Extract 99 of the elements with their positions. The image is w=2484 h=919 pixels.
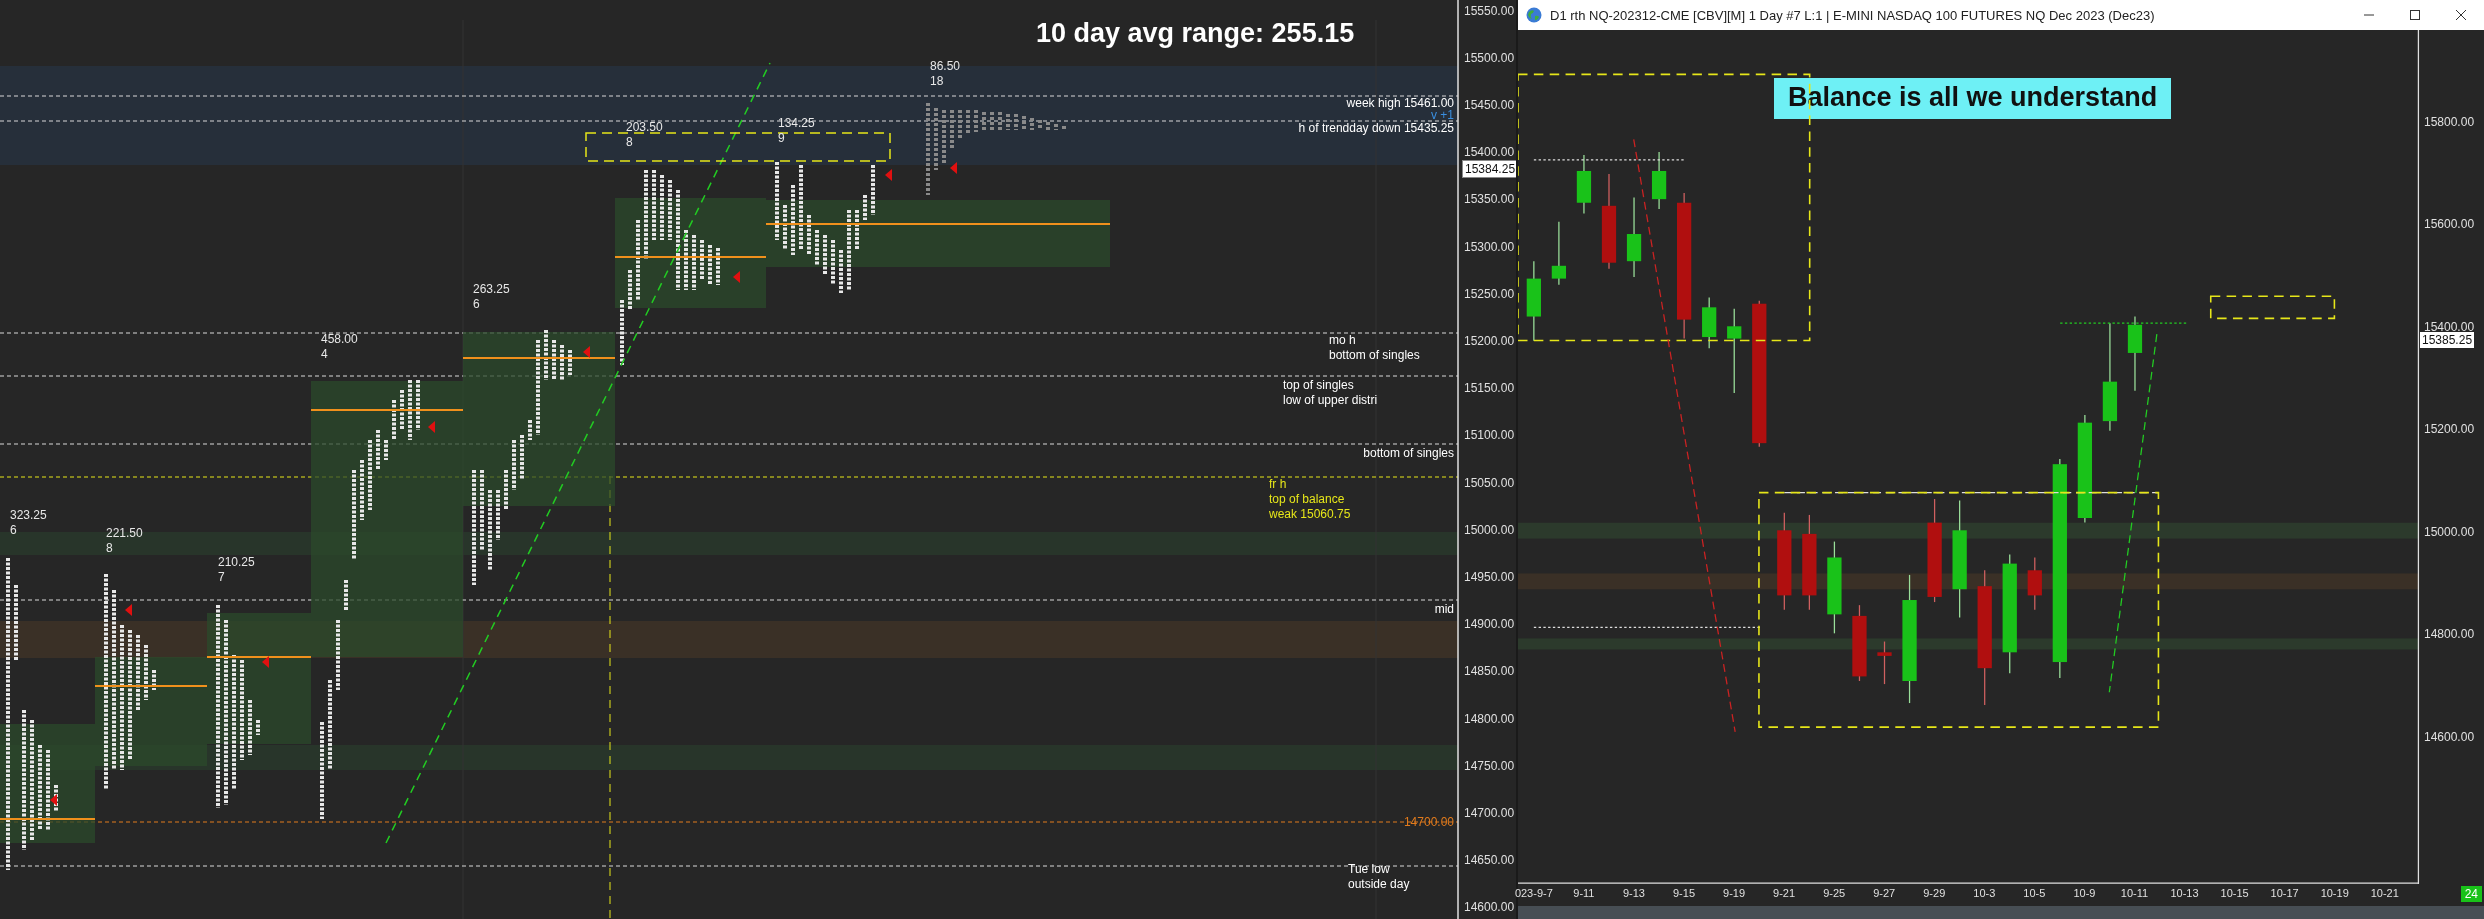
level-label: mo h	[1329, 333, 1357, 348]
date-tick: 9-29	[1922, 887, 1947, 899]
date-tick: 9-19	[1722, 887, 1747, 899]
range-value: 134.25	[778, 116, 815, 131]
price-tick: 15450.00	[1464, 98, 1515, 112]
range-value: 323.25	[10, 508, 47, 523]
date-tick: 9-15	[1672, 887, 1696, 899]
price-tick: 14950.00	[1464, 570, 1515, 584]
range-value: 86.50	[930, 59, 961, 74]
candle	[2027, 556, 2042, 611]
price-tick: 14800.00	[2424, 626, 2475, 643]
date-tick: 10-13	[2169, 887, 2200, 899]
date-tick: 10-3	[1972, 887, 1997, 899]
date-tick: 9-21	[1772, 887, 1797, 899]
period-count: 8	[626, 135, 634, 150]
price-tick: 15600.00	[2424, 216, 2475, 233]
triangle-marker-icon	[262, 656, 269, 668]
price-tick: 15500.00	[1464, 50, 1515, 65]
range-value: 458.00	[321, 332, 358, 347]
price-tick: 15400.00	[1464, 145, 1515, 160]
date-tick: 9-27	[1872, 887, 1897, 899]
last-price-tag: 15384.25	[1462, 160, 1519, 178]
level-label: low of upper distri	[1283, 393, 1378, 408]
date-tick: 10-5	[2022, 887, 2047, 899]
price-tick: 15200.00	[1464, 334, 1515, 348]
period-count: 4	[321, 347, 329, 362]
date-tick: 10-19	[2319, 887, 2350, 899]
triangle-marker-icon	[733, 271, 740, 283]
price-tick: 15300.00	[1464, 239, 1515, 254]
range-value: 203.50	[626, 120, 663, 135]
date-tick: 9-11	[1572, 887, 1596, 899]
price-tick: 15350.00	[1464, 192, 1515, 207]
date-tick: 9-13	[1621, 887, 1646, 899]
level-label: 14700.00	[1403, 815, 1454, 830]
price-tick: 14600.00	[1464, 900, 1515, 915]
callout-banner: Balance is all we understand	[1774, 78, 2172, 119]
date-tick: 10-9	[2072, 887, 2097, 899]
level-label: h of trendday down 15435.25	[1298, 121, 1454, 136]
price-tick: 15150.00	[1464, 381, 1515, 396]
period-count: 6	[10, 523, 18, 538]
level-label: mid	[1434, 602, 1454, 617]
triangle-marker-icon	[950, 162, 957, 174]
date-tick: 10-21	[2369, 887, 2400, 899]
close-icon	[2455, 9, 2467, 21]
price-tick: 15550.00	[1464, 3, 1515, 18]
price-tick: 14650.00	[1464, 853, 1515, 868]
candle	[1651, 151, 1667, 210]
price-tick: 14600.00	[2424, 728, 2475, 745]
price-tick: 15100.00	[1464, 428, 1515, 443]
period-count: 9	[778, 131, 786, 146]
level-label: fr h	[1269, 477, 1288, 492]
date-tick: 10-17	[2269, 887, 2300, 899]
level-label: weak 15060.75	[1269, 507, 1351, 522]
level-label: Tue low	[1348, 862, 1391, 877]
level-label: v +1	[1431, 108, 1454, 123]
date-tick: 10-15	[2219, 887, 2250, 899]
date-tick: 10-11	[2119, 887, 2150, 899]
triangle-marker-icon	[125, 604, 132, 616]
candle	[1551, 221, 1567, 286]
price-tick: 14900.00	[1464, 617, 1515, 632]
triangle-marker-icon	[428, 421, 435, 433]
price-tick: 15050.00	[1464, 475, 1515, 490]
price-tick: 15000.00	[1464, 522, 1515, 537]
avg-range-headline: 10 day avg range: 255.15	[1036, 18, 1355, 49]
price-tick: 15200.00	[2424, 421, 2475, 438]
candle	[1576, 154, 1592, 215]
level-label: outside day	[1348, 877, 1410, 892]
level-label: bottom of singles	[1329, 348, 1420, 363]
triangle-marker-icon	[885, 169, 892, 181]
last-price-tag: 15385.25	[2420, 332, 2475, 348]
range-value: 221.50	[106, 526, 143, 541]
price-tick: 14800.00	[1464, 711, 1515, 726]
price-tick: 15800.00	[2424, 113, 2475, 130]
window-title: D1 rth NQ-202312-CME [CBV][M] 1 Day #7 L:1 | E-MINI NASDAQ 100 FUTURES NQ Dec 2023 (Dec23)	[1550, 7, 2155, 23]
period-count: 18	[930, 74, 945, 89]
range-value: 263.25	[473, 282, 510, 297]
candle	[1702, 296, 1717, 349]
level-label: bottom of singles	[1363, 446, 1454, 461]
price-tick: 14700.00	[1464, 806, 1515, 820]
date-tick: 023-9-7	[1513, 887, 1554, 899]
price-tick: 14750.00	[1464, 758, 1515, 773]
triangle-marker-icon	[583, 346, 590, 358]
price-tick: 15400.00	[2424, 318, 2475, 335]
price-tick: 14850.00	[1464, 664, 1515, 679]
price-tick: 15000.00	[2424, 523, 2475, 540]
period-count: 8	[106, 541, 114, 556]
period-count: 7	[218, 570, 226, 585]
globe-icon	[1526, 7, 1542, 23]
price-tick: 15250.00	[1464, 286, 1515, 301]
range-value: 210.25	[218, 555, 255, 570]
level-label: top of singles	[1283, 378, 1355, 393]
level-label: week high 15461.00	[1346, 96, 1454, 110]
count-badge: 24	[2460, 886, 2482, 902]
triangle-marker-icon	[50, 794, 57, 806]
level-label: top of balance	[1269, 492, 1346, 507]
candle	[1877, 640, 1892, 685]
period-count: 6	[473, 297, 481, 312]
date-tick: 9-25	[1822, 887, 1847, 899]
maximize-icon	[2409, 9, 2421, 21]
